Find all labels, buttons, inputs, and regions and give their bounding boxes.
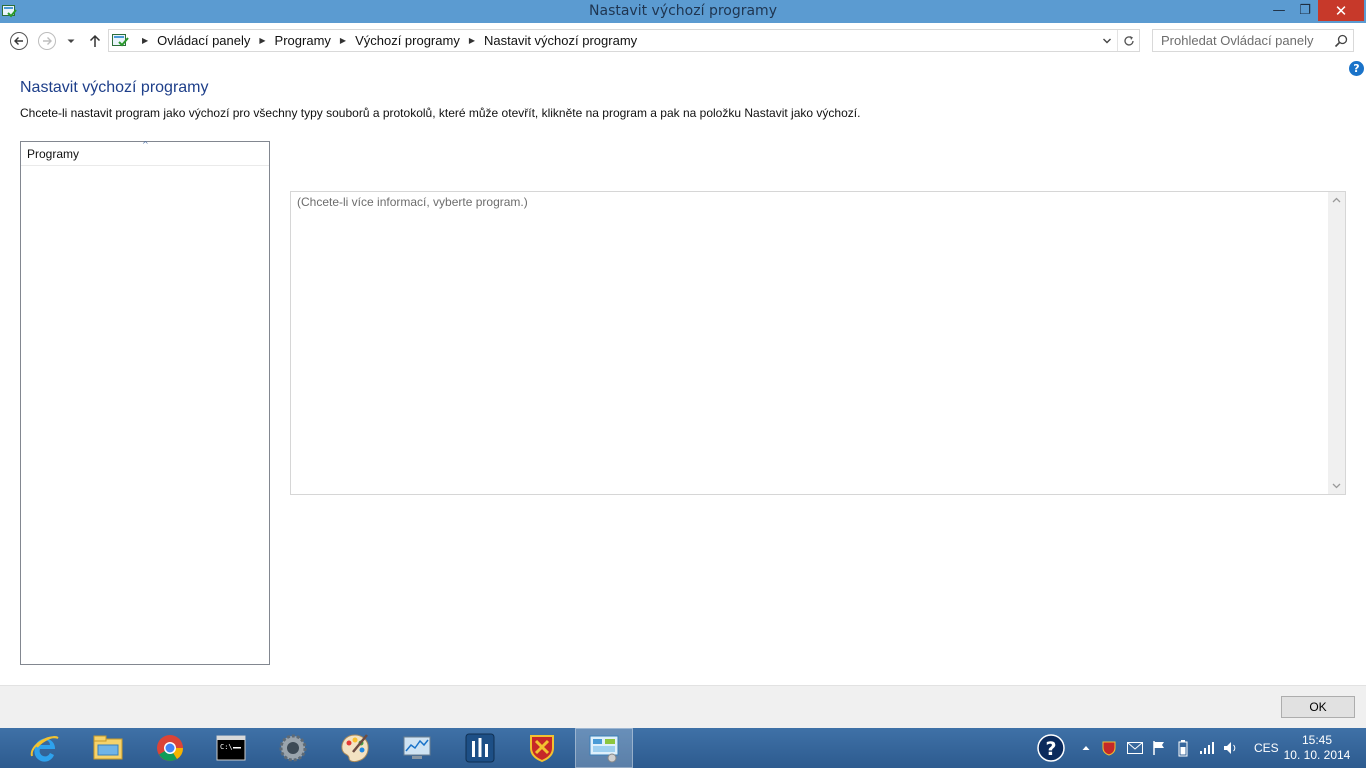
help-tray-button[interactable]: ? bbox=[1034, 728, 1068, 768]
signal-bars-icon bbox=[1200, 742, 1214, 754]
scroll-down-button[interactable] bbox=[1328, 477, 1345, 494]
tray-app-button[interactable] bbox=[1098, 728, 1120, 768]
internet-explorer-icon bbox=[30, 736, 59, 762]
coat-of-arms-app-taskbar-button[interactable] bbox=[513, 728, 571, 768]
recent-locations-button[interactable] bbox=[64, 31, 78, 51]
breadcrumb-separator[interactable]: ▶ bbox=[469, 36, 475, 45]
file-explorer-taskbar-button[interactable] bbox=[79, 728, 137, 768]
input-language-indicator[interactable]: CES bbox=[1254, 741, 1279, 755]
performance-monitor-icon bbox=[403, 736, 431, 759]
coat-of-arms-app-icon bbox=[530, 735, 554, 763]
chrome-icon bbox=[157, 735, 184, 761]
paint-taskbar-button[interactable] bbox=[326, 728, 384, 768]
up-arrow-icon bbox=[89, 34, 101, 47]
window-title: Nastavit výchozí programy bbox=[589, 3, 777, 19]
chevron-down-icon bbox=[67, 39, 75, 43]
clock-time: 15:45 bbox=[1301, 733, 1333, 747]
breadcrumb-set-default-programs[interactable]: Nastavit výchozí programy bbox=[484, 33, 637, 48]
info-placeholder-text: (Chcete-li více informací, vyberte progr… bbox=[297, 195, 528, 209]
paint-palette-icon bbox=[341, 734, 369, 763]
settings-gear-app-icon bbox=[279, 734, 307, 762]
chevron-down-icon bbox=[1332, 483, 1341, 489]
window: Nastavit výchozí programy — ❐ ✕ ▶ Ovláda… bbox=[0, 0, 1366, 768]
breadcrumb-default-programs[interactable]: Výchozí programy bbox=[355, 33, 460, 48]
page-title: Nastavit výchozí programy bbox=[20, 79, 209, 96]
chevron-up-icon bbox=[1082, 746, 1090, 750]
forward-arrow-icon bbox=[38, 32, 56, 50]
breadcrumb: ▶ Ovládací panely ▶ Programy ▶ Výchozí p… bbox=[133, 30, 637, 51]
show-hidden-icons-button[interactable] bbox=[1078, 728, 1094, 768]
breadcrumb-separator[interactable]: ▶ bbox=[340, 36, 346, 45]
mail-icon bbox=[1127, 742, 1143, 754]
ok-button[interactable]: OK bbox=[1281, 696, 1355, 718]
up-button[interactable] bbox=[85, 31, 105, 51]
clock[interactable]: 15:45 10. 10. 2014 bbox=[1280, 733, 1354, 763]
control-panel-taskbar-button[interactable] bbox=[575, 728, 633, 768]
programs-list[interactable]: ^ Programy bbox=[20, 140, 270, 665]
navigation-bar: ▶ Ovládací panely ▶ Programy ▶ Výchozí p… bbox=[0, 23, 1366, 59]
minimize-button[interactable]: — bbox=[1266, 0, 1292, 21]
instruction-text: Chcete-li nastavit program jako výchozí … bbox=[20, 106, 861, 120]
network-tray-button[interactable] bbox=[1196, 728, 1218, 768]
coat-of-arms-tray-icon bbox=[1102, 741, 1116, 756]
svg-text:C:\: C:\ bbox=[220, 743, 233, 751]
help-icon[interactable]: ? bbox=[1349, 61, 1364, 76]
flag-icon bbox=[1153, 741, 1164, 755]
title-bar: Nastavit výchozí programy — ❐ ✕ bbox=[0, 0, 1366, 23]
battery-tray-button[interactable] bbox=[1172, 728, 1194, 768]
control-panel-icon bbox=[589, 735, 619, 763]
help-question-icon: ? bbox=[1037, 734, 1065, 762]
program-info-panel: (Chcete-li více informací, vyberte progr… bbox=[290, 191, 1346, 495]
close-button[interactable]: ✕ bbox=[1318, 0, 1364, 21]
breadcrumb-separator[interactable]: ▶ bbox=[259, 36, 265, 45]
settings-gear-app-taskbar-button[interactable] bbox=[264, 728, 322, 768]
sort-ascending-icon: ^ bbox=[142, 140, 149, 149]
chevron-up-icon bbox=[1332, 197, 1341, 203]
equalizer-app-icon bbox=[465, 733, 495, 763]
mail-tray-button[interactable] bbox=[1124, 728, 1146, 768]
command-prompt-taskbar-button[interactable]: C:\ bbox=[202, 728, 260, 768]
address-dropdown-button[interactable] bbox=[1099, 30, 1115, 51]
action-center-tray-button[interactable] bbox=[1148, 728, 1170, 768]
programs-column-header[interactable]: ^ Programy bbox=[21, 140, 269, 166]
scroll-up-button[interactable] bbox=[1328, 192, 1345, 209]
internet-explorer-taskbar-button[interactable] bbox=[16, 728, 74, 768]
performance-monitor-taskbar-button[interactable] bbox=[388, 728, 446, 768]
vertical-scrollbar[interactable] bbox=[1328, 192, 1345, 494]
refresh-icon bbox=[1124, 35, 1134, 46]
forward-button[interactable] bbox=[37, 31, 57, 51]
back-button[interactable] bbox=[9, 31, 29, 51]
back-arrow-icon bbox=[10, 32, 28, 50]
search-box[interactable] bbox=[1152, 29, 1354, 52]
restore-button[interactable]: ❐ bbox=[1292, 0, 1318, 21]
breadcrumb-separator[interactable]: ▶ bbox=[142, 36, 148, 45]
refresh-button[interactable] bbox=[1117, 30, 1140, 51]
equalizer-app-taskbar-button[interactable] bbox=[451, 728, 509, 768]
taskbar: C:\ ? CES 15:45 10. 10. 2014 bbox=[0, 728, 1366, 768]
speaker-icon bbox=[1224, 742, 1236, 754]
programs-column-label: Programy bbox=[27, 147, 80, 161]
svg-text:?: ? bbox=[1045, 738, 1056, 760]
battery-icon bbox=[1178, 740, 1188, 757]
volume-tray-button[interactable] bbox=[1220, 728, 1242, 768]
breadcrumb-control-panel[interactable]: Ovládací panely bbox=[157, 33, 250, 48]
search-input[interactable] bbox=[1153, 30, 1331, 51]
breadcrumb-programs[interactable]: Programy bbox=[275, 33, 331, 48]
chevron-down-icon bbox=[1103, 38, 1111, 43]
dialog-footer: OK bbox=[0, 685, 1366, 728]
command-prompt-icon: C:\ bbox=[216, 735, 246, 761]
search-icon[interactable] bbox=[1333, 33, 1349, 49]
control-panel-location-icon bbox=[112, 34, 129, 47]
file-explorer-icon bbox=[93, 735, 123, 760]
address-bar[interactable]: ▶ Ovládací panely ▶ Programy ▶ Výchozí p… bbox=[108, 29, 1140, 52]
chrome-taskbar-button[interactable] bbox=[141, 728, 199, 768]
clock-date: 10. 10. 2014 bbox=[1283, 748, 1351, 762]
